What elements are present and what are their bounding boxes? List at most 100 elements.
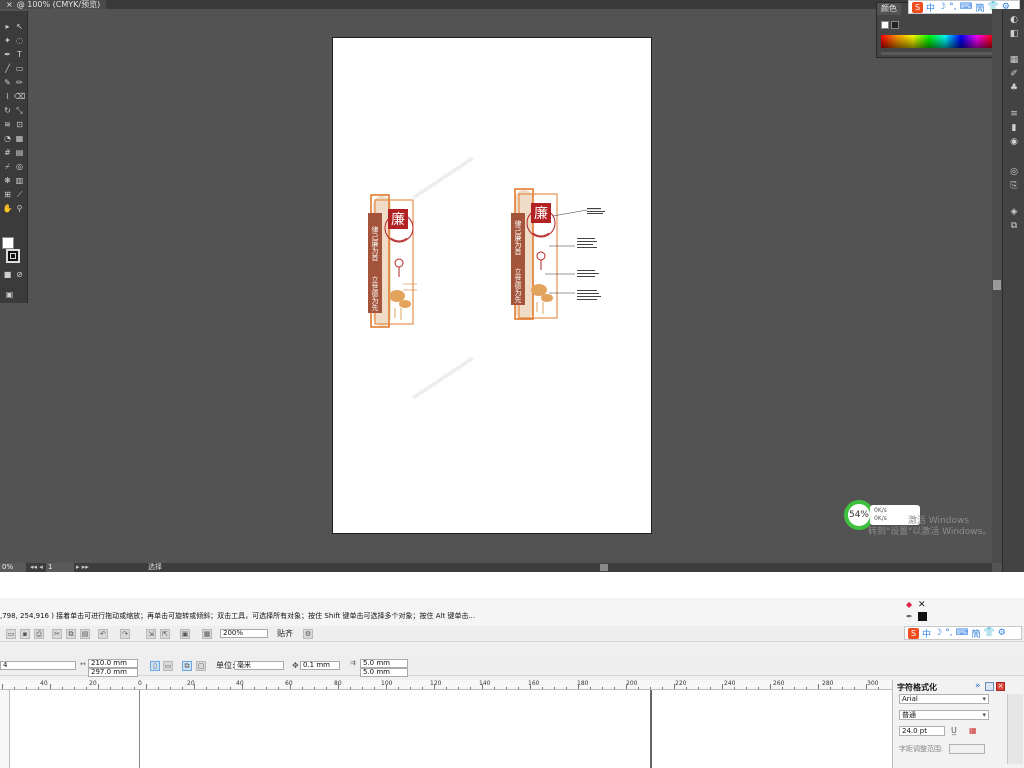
dock-transparency-icon[interactable]: ◉ [1008,137,1020,147]
all-pages-icon[interactable]: ⧉ [182,661,192,671]
ime2-item-settings-icon[interactable]: ⚙ [998,628,1006,638]
rotate-tool-icon[interactable]: ↻ [2,105,13,116]
page-number-field[interactable]: 1 [46,563,74,572]
perspective-grid-tool-icon[interactable]: ▦ [14,133,25,144]
column-graph-tool-icon[interactable]: ▥ [14,175,25,186]
artboard-tool-icon[interactable]: ⊞ [2,189,13,200]
zoom-tool-icon[interactable]: ⚲ [14,203,25,214]
horizontal-ruler[interactable]: 40 20 0 20 40 60 80 100 120 140 160 180 … [0,680,892,690]
duplicate-y-field[interactable]: 5.0 mm [360,668,408,677]
underline-icon[interactable]: U̲ [951,726,957,735]
open-icon[interactable]: ▭ [6,629,16,639]
publish-pdf-icon[interactable]: ▣ [180,629,190,639]
zoom-level-field[interactable]: 0% [0,563,26,572]
ime2-item-keyboard-icon[interactable]: ⌨ [955,628,968,638]
ime-item-punct-icon[interactable]: °, [949,2,956,12]
portrait-icon[interactable]: ▯ [150,661,160,671]
units-select[interactable]: 毫米 [234,661,284,670]
horizontal-scroll-thumb[interactable] [600,564,608,571]
dock-color-icon[interactable]: ◐ [1008,15,1020,25]
ime-item-lang[interactable]: 中 [926,1,935,14]
options-icon[interactable]: ⚙ [303,629,313,639]
ime2-item-simplified[interactable]: 簡 [971,627,980,640]
selection-tool-icon[interactable]: ▸ [2,21,13,32]
duplicate-x-field[interactable]: 5.0 mm [360,659,408,668]
lasso-tool-icon[interactable]: ◌ [14,35,25,46]
left-design[interactable]: 廉 律己廉为首 立世德为先 [368,194,417,328]
pencil-tool-icon[interactable]: ✏ [14,77,25,88]
ime-toolbar-bottom[interactable]: S 中 ☽ °, ⌨ 簡 👕 ⚙ [904,626,1022,640]
slice-tool-icon[interactable]: ⟋ [14,189,25,200]
ime2-item-lang[interactable]: 中 [922,627,931,640]
ime-item-simplified[interactable]: 簡 [975,1,984,14]
dock-stroke-icon[interactable]: ≡ [1008,109,1020,119]
page-height-field[interactable]: 297.0 mm [88,668,138,677]
color-panel-tab[interactable]: 颜色 [877,3,901,15]
page-nav-next-icon[interactable]: ▸ ▸▸ [76,563,89,572]
ime-item-keyboard-icon[interactable]: ⌨ [959,2,972,12]
stroke-color-swatch[interactable] [6,249,20,263]
outline-color-swatch[interactable] [918,612,927,621]
none-mode-icon[interactable]: ⊘ [14,269,25,280]
docker-minimize-icon[interactable] [985,682,994,691]
export-icon[interactable]: ⇱ [160,629,170,639]
color-mode-icon[interactable]: ■ [2,269,13,280]
current-page-icon[interactable]: ▢ [196,661,206,671]
dock-artboards-icon[interactable]: ⧉ [1008,221,1020,231]
font-family-select[interactable]: Arial [899,694,989,704]
paste-icon[interactable]: ▤ [80,629,90,639]
warp-tool-icon[interactable]: ≋ [2,119,13,130]
screen-mode-icon[interactable]: ▣ [4,289,15,300]
no-fill-icon[interactable]: ✕ [918,600,927,610]
page-nav-icon[interactable]: ◂◂ ◂ [30,563,43,572]
app-launcher-icon[interactable]: ▦ [202,629,212,639]
dock-gradient-icon[interactable]: ▮ [1008,123,1020,133]
close-tab-icon[interactable]: × [6,0,13,9]
zoom-level-select[interactable]: 200% [220,629,268,638]
print-icon[interactable]: ⎙ [34,629,44,639]
outline-pen-icon[interactable]: ✒ [906,612,915,621]
text-color-icon[interactable]: ▦ [969,726,977,735]
fill-bucket-icon[interactable]: ◆ [906,600,915,609]
blob-brush-tool-icon[interactable]: ⌇ [2,91,13,102]
import-icon[interactable]: ⇲ [146,629,156,639]
shape-builder-tool-icon[interactable]: ◔ [2,133,13,144]
rectangle-tool-icon[interactable]: ▭ [14,63,25,74]
docker-close-icon[interactable]: × [996,682,1005,691]
landscape-icon[interactable]: ▭ [163,661,173,671]
undo-icon[interactable]: ↶ [98,629,108,639]
pen-tool-icon[interactable]: ✒ [2,49,13,60]
dock-color-guide-icon[interactable]: ◧ [1008,29,1020,39]
redo-icon[interactable]: ↷ [120,629,130,639]
fill-indicator[interactable] [881,21,889,29]
save-icon[interactable]: ▪ [20,629,30,639]
vertical-scroll-thumb[interactable] [993,280,1001,290]
hand-tool-icon[interactable]: ✋ [2,203,13,214]
dock-layers-icon[interactable]: ◈ [1008,207,1020,217]
paper-size-select[interactable]: 4 [0,661,76,670]
copy-icon[interactable]: ⧉ [66,629,76,639]
font-size-field[interactable]: 24.0 pt [899,726,945,736]
dock-swatches-icon[interactable]: ▦ [1008,55,1020,65]
dock-brushes-icon[interactable]: ✐ [1008,69,1020,79]
magic-wand-tool-icon[interactable]: ✦ [2,35,13,46]
document-tab[interactable]: × @ 100% (CMYK/预览) [0,0,107,9]
symbol-sprayer-tool-icon[interactable]: ❋ [2,175,13,186]
nudge-distance-field[interactable]: 0.1 mm [300,661,340,670]
right-design[interactable]: 廉 律己廉为首 立世德为先 [511,188,605,320]
page-width-field[interactable]: 210.0 mm [88,659,138,668]
kerning-range-field[interactable] [949,744,985,754]
vertical-ruler[interactable] [0,690,10,768]
ime-item-moon-icon[interactable]: ☽ [938,2,946,12]
free-transform-tool-icon[interactable]: ⊡ [14,119,25,130]
docker-side-tabs[interactable] [1007,694,1023,764]
gradient-tool-icon[interactable]: ▤ [14,147,25,158]
paintbrush-tool-icon[interactable]: ✎ [2,77,13,88]
ime2-item-punct-icon[interactable]: °, [945,628,952,638]
ime2-item-moon-icon[interactable]: ☽ [934,628,942,638]
mesh-tool-icon[interactable]: # [2,147,13,158]
snap-to-dropdown[interactable]: 贴齐 [277,629,293,639]
fill-color-swatch[interactable] [2,237,14,249]
font-style-select[interactable]: 普通 [899,710,989,720]
dock-symbols-icon[interactable]: ♣ [1008,83,1020,93]
